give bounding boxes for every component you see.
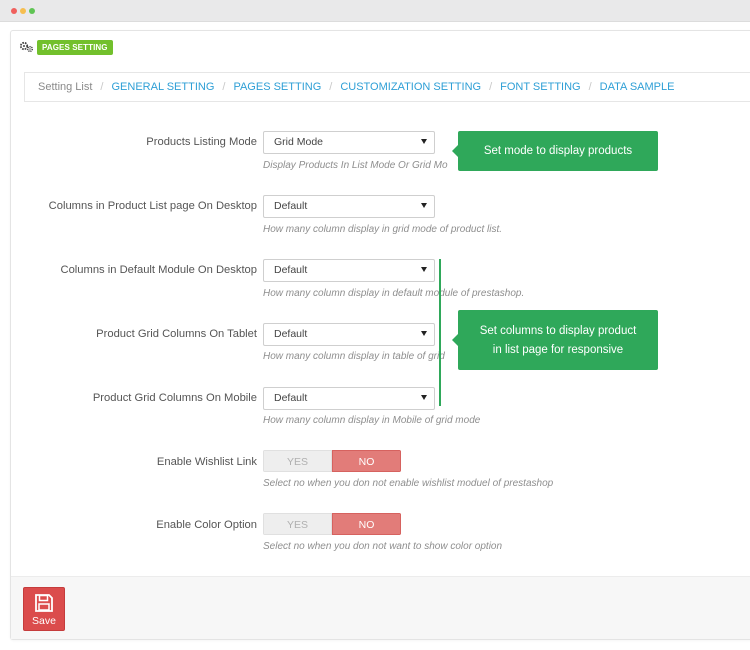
close-window-dot[interactable] (11, 8, 17, 14)
cols-desktop-value: Default (274, 200, 308, 212)
gears-icon (19, 41, 34, 53)
wishlist-no-option[interactable]: NO (332, 450, 401, 472)
cols-module-value: Default (274, 264, 308, 276)
maximize-window-dot[interactable] (29, 8, 35, 14)
color-option-toggle[interactable]: YES NO (263, 513, 401, 535)
caret-down-icon (421, 139, 427, 144)
caret-down-icon (421, 203, 427, 208)
mode-callout: Set mode to display products (452, 131, 658, 171)
cols-desktop-select[interactable]: Default (263, 195, 435, 218)
listing-mode-help: Display Products In List Mode Or Grid Mo (263, 160, 448, 171)
columns-callout-line1: Set columns to display product (479, 325, 637, 337)
cols-mobile-value: Default (274, 392, 308, 404)
minimize-window-dot[interactable] (20, 8, 26, 14)
panel-footer: Save (11, 576, 750, 639)
columns-callout: Set columns to display product in list p… (452, 310, 658, 370)
color-option-label: Enable Color Option (156, 519, 257, 531)
color-option-yes-option[interactable]: YES (263, 513, 332, 535)
window-titlebar (0, 0, 750, 22)
breadcrumb-customization-setting[interactable]: CUSTOMIZATION SETTING (340, 81, 481, 93)
cols-tablet-select[interactable]: Default (263, 323, 435, 346)
cols-desktop-label: Columns in Product List page On Desktop (48, 200, 257, 212)
cols-module-label: Columns in Default Module On Desktop (60, 264, 258, 276)
cols-tablet-label: Product Grid Columns On Tablet (96, 328, 257, 340)
wishlist-toggle[interactable]: YES NO (263, 450, 401, 472)
breadcrumb-data-sample[interactable]: DATA SAMPLE (600, 81, 675, 93)
caret-down-icon (421, 331, 427, 336)
save-button[interactable]: Save (23, 587, 65, 631)
columns-callout-line2: in list page for responsive (492, 344, 624, 356)
caret-down-icon (421, 267, 427, 272)
cols-module-help: How many column display in default modul… (263, 288, 525, 299)
caret-down-icon (421, 395, 427, 400)
cols-tablet-help: How many column display in table of grid (263, 351, 445, 362)
cols-tablet-value: Default (274, 328, 308, 340)
listing-mode-label: Products Listing Mode (146, 136, 257, 148)
panel-header: PAGES SETTING (19, 39, 113, 55)
breadcrumb-setting-list: Setting List (38, 81, 93, 93)
color-option-no-option[interactable]: NO (332, 513, 401, 535)
save-label: Save (32, 615, 56, 627)
wishlist-yes-option[interactable]: YES (263, 450, 332, 472)
settings-panel: PAGES SETTING Setting List / GENERAL SET… (10, 30, 750, 640)
cols-mobile-help: How many column display in Mobile of gri… (263, 415, 481, 426)
breadcrumb-general-setting[interactable]: GENERAL SETTING (111, 81, 214, 93)
breadcrumb-font-setting[interactable]: FONT SETTING (500, 81, 580, 93)
floppy-icon (35, 594, 53, 612)
cols-mobile-select[interactable]: Default (263, 387, 435, 410)
color-option-help: Select no when you don not want to show … (263, 541, 503, 552)
breadcrumb: Setting List / GENERAL SETTING / PAGES S… (24, 72, 750, 102)
listing-mode-value: Grid Mode (274, 136, 324, 148)
breadcrumb-pages-setting[interactable]: PAGES SETTING (233, 81, 321, 93)
pages-setting-badge: PAGES SETTING (37, 39, 113, 55)
wishlist-help: Select no when you don not enable wishli… (263, 478, 554, 489)
columns-bracket-line (439, 259, 441, 406)
wishlist-label: Enable Wishlist Link (156, 456, 257, 468)
mode-callout-text: Set mode to display products (483, 145, 633, 157)
cols-mobile-label: Product Grid Columns On Mobile (92, 392, 257, 404)
listing-mode-select[interactable]: Grid Mode (263, 131, 435, 154)
cols-desktop-help: How many column display in grid mode of … (263, 224, 502, 235)
cols-module-select[interactable]: Default (263, 259, 435, 282)
